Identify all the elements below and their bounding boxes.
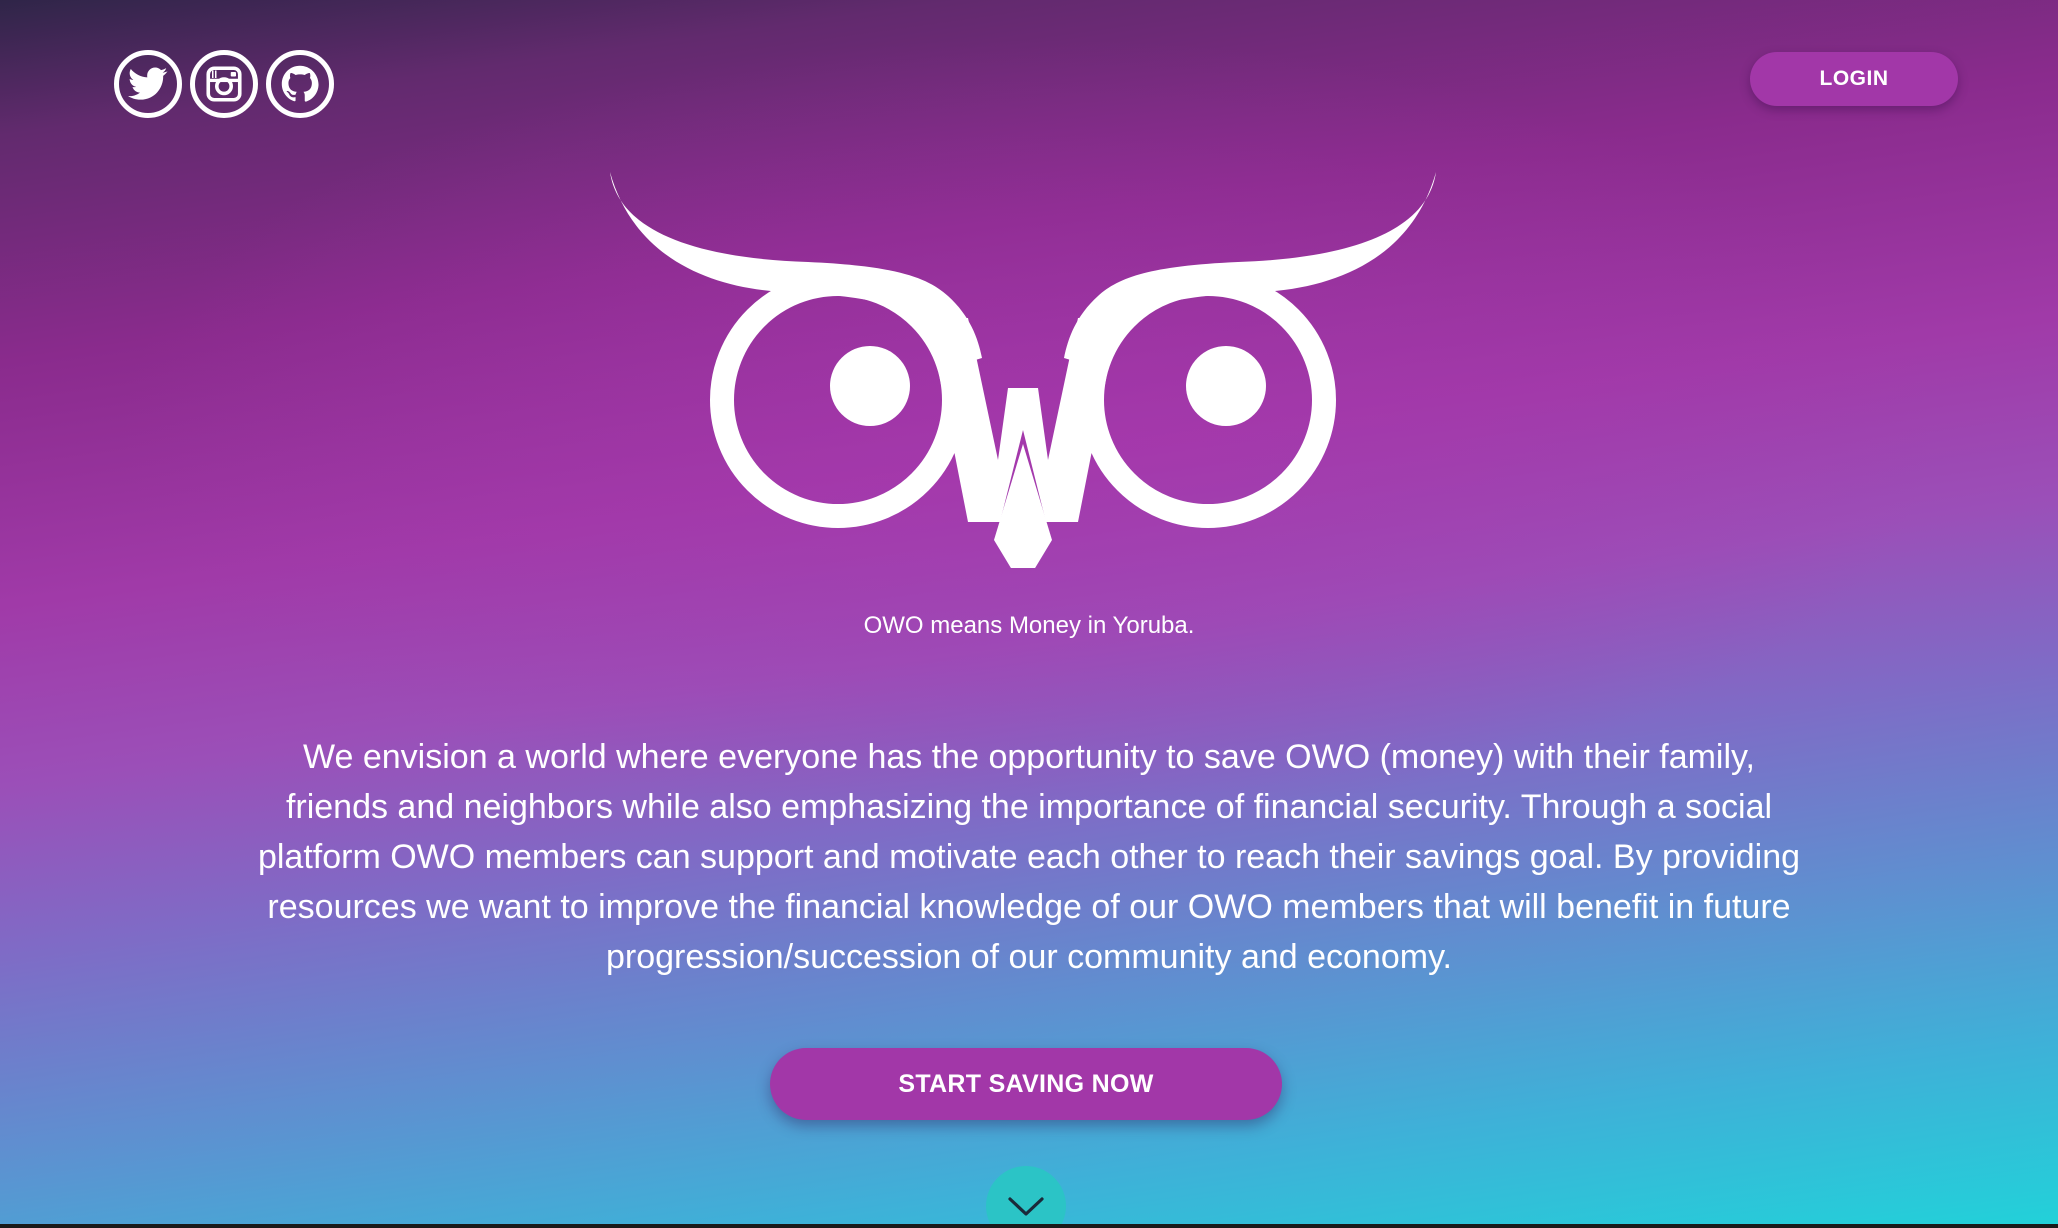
twitter-icon xyxy=(128,67,168,100)
instagram-link[interactable] xyxy=(190,50,258,118)
scroll-down-button[interactable] xyxy=(986,1166,1066,1224)
social-links xyxy=(114,50,334,118)
login-button[interactable]: LOGIN xyxy=(1750,52,1958,106)
github-icon xyxy=(281,65,319,102)
github-link[interactable] xyxy=(266,50,334,118)
twitter-link[interactable] xyxy=(114,50,182,118)
chevron-down-icon xyxy=(1008,1197,1044,1216)
start-saving-button[interactable]: START SAVING NOW xyxy=(770,1048,1282,1120)
page-bottom-edge xyxy=(0,1224,2058,1228)
owl-logo-icon xyxy=(610,172,1436,568)
instagram-icon xyxy=(206,66,242,102)
hero-section: LOGIN OWO means Money in Yoruba. We envi… xyxy=(0,0,2058,1224)
mission-statement: We envision a world where everyone has t… xyxy=(257,738,1801,976)
tagline: OWO means Money in Yoruba. xyxy=(863,612,1195,639)
